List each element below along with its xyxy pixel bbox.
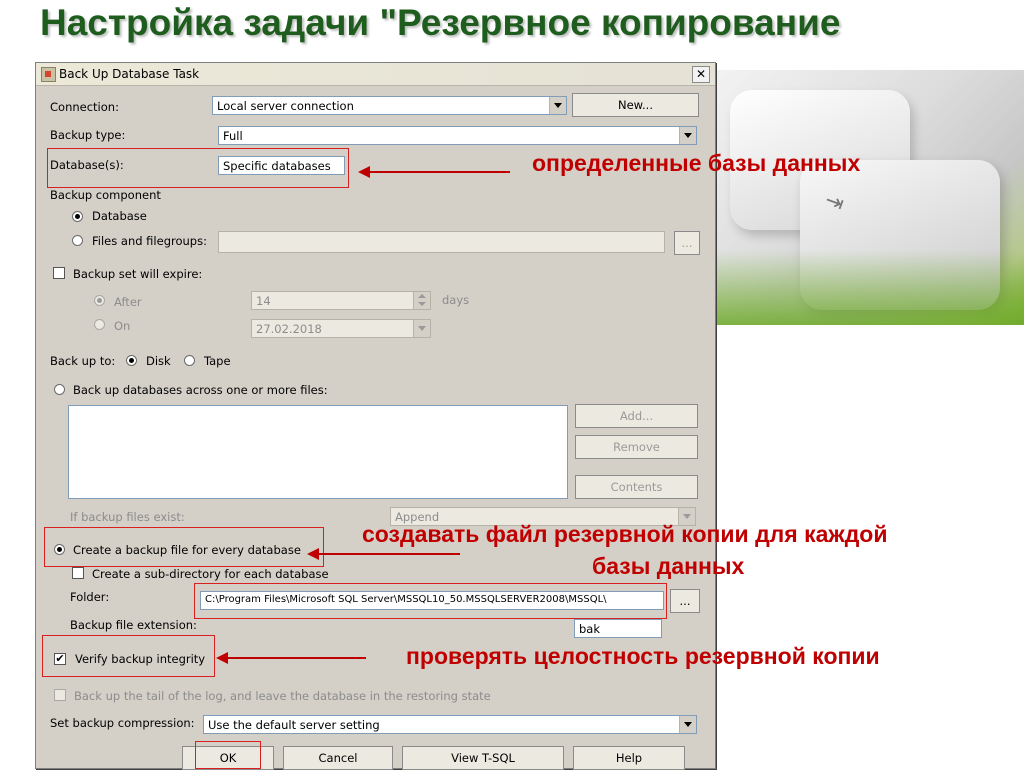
highlight-verify-box bbox=[42, 635, 215, 677]
connection-select[interactable]: Local server connection bbox=[212, 96, 567, 115]
disk-label: Disk bbox=[146, 354, 171, 368]
view-tsql-button[interactable]: View T-SQL bbox=[402, 746, 564, 770]
green-band-decoration bbox=[700, 250, 1024, 325]
tail-log-label: Back up the tail of the log, and leave t… bbox=[74, 689, 491, 703]
after-radio[interactable] bbox=[94, 295, 105, 306]
dialog-title: Back Up Database Task bbox=[59, 67, 200, 81]
chevron-down-icon bbox=[679, 716, 696, 733]
annotation-arrow bbox=[370, 171, 510, 173]
folder-label: Folder: bbox=[70, 590, 110, 604]
highlight-folder-box bbox=[194, 583, 667, 619]
dialog-titlebar: Back Up Database Task ✕ bbox=[36, 63, 715, 86]
chevron-down-icon bbox=[679, 127, 696, 144]
extension-input[interactable]: bak bbox=[574, 619, 662, 638]
expire-label: Backup set will expire: bbox=[73, 267, 203, 281]
backup-type-select[interactable]: Full bbox=[218, 126, 697, 145]
component-files-radio[interactable] bbox=[72, 235, 83, 246]
backup-type-label: Backup type: bbox=[50, 128, 126, 142]
component-files-label: Files and filegroups: bbox=[92, 234, 207, 248]
on-date-label: On bbox=[114, 319, 131, 333]
on-date-picker[interactable]: 27.02.2018 bbox=[251, 319, 431, 338]
days-label: days bbox=[442, 293, 470, 307]
filegroups-field[interactable] bbox=[218, 231, 665, 253]
across-files-radio[interactable] bbox=[54, 384, 65, 395]
app-icon bbox=[41, 67, 56, 82]
compression-select[interactable]: Use the default server setting bbox=[203, 715, 697, 734]
chevron-down-icon bbox=[413, 320, 430, 337]
annotation-specific-db: определенные базы данных bbox=[532, 150, 861, 176]
new-connection-button[interactable]: New... bbox=[572, 93, 699, 117]
connection-label: Connection: bbox=[50, 100, 119, 114]
arrow-left-icon bbox=[358, 166, 370, 178]
arrow-left-icon bbox=[307, 548, 319, 560]
slide-title: Настройка задачи "Резервное копирование bbox=[40, 2, 841, 43]
help-button[interactable]: Help bbox=[573, 746, 685, 770]
compression-value: Use the default server setting bbox=[208, 718, 380, 732]
tail-log-checkbox[interactable] bbox=[54, 689, 66, 701]
annotation-arrow bbox=[228, 657, 366, 659]
component-database-radio[interactable] bbox=[72, 211, 83, 222]
across-files-label: Back up databases across one or more fil… bbox=[73, 383, 328, 397]
cancel-button[interactable]: Cancel bbox=[283, 746, 393, 770]
arrow-left-icon bbox=[216, 652, 228, 664]
on-date-radio[interactable] bbox=[94, 319, 105, 330]
after-days-stepper[interactable]: 14 bbox=[251, 291, 431, 310]
disk-radio[interactable] bbox=[126, 355, 137, 366]
contents-button[interactable]: Contents bbox=[575, 475, 698, 499]
extension-label: Backup file extension: bbox=[70, 618, 197, 632]
expire-checkbox[interactable] bbox=[53, 267, 65, 279]
after-label: After bbox=[114, 295, 142, 309]
highlight-ok-box bbox=[195, 741, 261, 769]
stepper-arrows-icon bbox=[413, 292, 430, 309]
backup-to-label: Back up to: bbox=[50, 354, 116, 368]
annotation-verify: проверять целостность резервной копии bbox=[406, 643, 880, 669]
annotation-arrow bbox=[318, 553, 460, 555]
if-exist-label: If backup files exist: bbox=[70, 510, 185, 524]
chevron-down-icon bbox=[549, 97, 566, 114]
backup-type-value: Full bbox=[223, 129, 243, 143]
compression-label: Set backup compression: bbox=[50, 716, 195, 730]
connection-value: Local server connection bbox=[217, 99, 354, 113]
on-date-value: 27.02.2018 bbox=[256, 322, 322, 336]
backup-component-label: Backup component bbox=[50, 188, 161, 202]
subdir-checkbox[interactable] bbox=[72, 567, 84, 579]
highlight-per-db-box bbox=[44, 527, 324, 567]
annotation-per-db-line2: базы данных bbox=[592, 553, 745, 579]
close-button[interactable]: ✕ bbox=[692, 66, 710, 83]
after-days-value: 14 bbox=[256, 294, 271, 308]
tape-label: Tape bbox=[204, 354, 231, 368]
highlight-databases-box bbox=[47, 148, 349, 188]
folder-browse-button[interactable]: ... bbox=[670, 589, 700, 613]
remove-file-button[interactable]: Remove bbox=[575, 435, 698, 459]
tape-radio[interactable] bbox=[184, 355, 195, 366]
add-file-button[interactable]: Add... bbox=[575, 404, 698, 428]
backup-files-list[interactable] bbox=[68, 405, 568, 499]
filegroups-browse-button[interactable]: ... bbox=[674, 231, 700, 255]
component-database-label: Database bbox=[92, 209, 147, 223]
annotation-per-db-line1: создавать файл резервной копии для каждо… bbox=[362, 521, 888, 547]
subdir-label: Create a sub-directory for each database bbox=[92, 567, 329, 581]
